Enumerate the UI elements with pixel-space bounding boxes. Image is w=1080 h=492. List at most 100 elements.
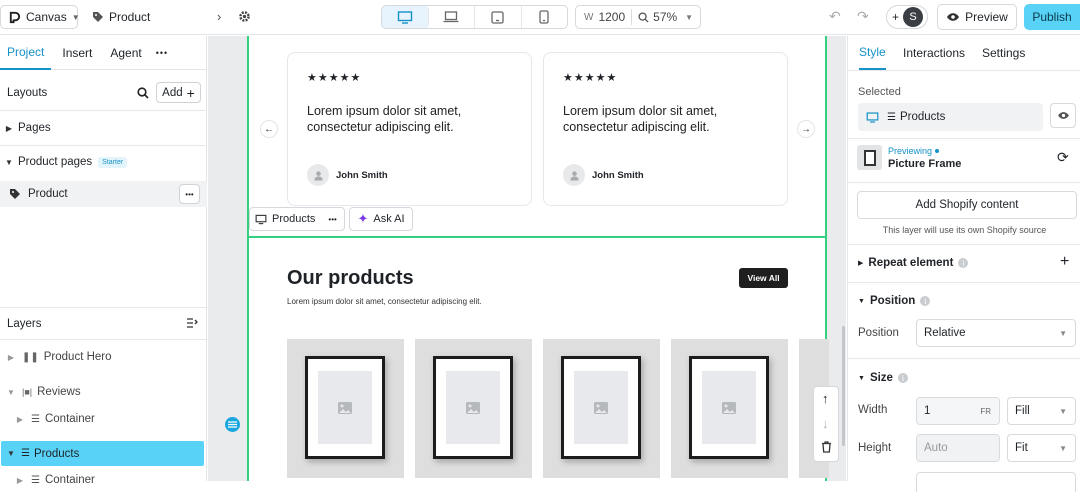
page-selector[interactable]: Product bbox=[92, 10, 150, 24]
divider bbox=[0, 145, 207, 146]
chevron-down-icon[interactable]: ▼ bbox=[685, 13, 693, 22]
tab-style[interactable]: Style bbox=[859, 36, 886, 70]
divider bbox=[848, 244, 1080, 245]
divider bbox=[0, 339, 207, 340]
tab-settings[interactable]: Settings bbox=[982, 36, 1025, 70]
stack-icon: ☰ bbox=[887, 111, 896, 123]
caret-right-icon: ▶ bbox=[858, 260, 864, 267]
add-shopify-content-button[interactable]: Add Shopify content bbox=[857, 191, 1077, 219]
more-tabs-icon[interactable]: ••• bbox=[149, 36, 175, 70]
app-menu-button[interactable]: Canvas ▼ bbox=[0, 5, 80, 29]
move-up-icon[interactable]: ↑ bbox=[822, 391, 829, 406]
tab-interactions[interactable]: Interactions bbox=[903, 36, 965, 70]
tablet-icon bbox=[491, 10, 504, 24]
carousel-next-button[interactable]: → bbox=[797, 120, 815, 138]
redo-icon[interactable]: ↷ bbox=[857, 8, 869, 25]
product-card[interactable] bbox=[287, 339, 404, 478]
layer-container[interactable]: ▶ ☰ Container bbox=[0, 473, 207, 487]
position-section[interactable]: ▼ Position i bbox=[858, 295, 931, 307]
selected-label: Selected bbox=[858, 86, 901, 98]
view-all-button[interactable]: View All bbox=[739, 268, 788, 288]
canvas-width-value[interactable]: 1200 bbox=[598, 10, 625, 24]
info-icon[interactable]: i bbox=[958, 258, 969, 268]
layer-reviews[interactable]: ▼ |■| Reviews bbox=[0, 384, 207, 400]
layer-label: Container bbox=[44, 413, 95, 425]
caret-down-icon: ▼ bbox=[858, 297, 865, 305]
previewing-value: Picture Frame bbox=[888, 158, 962, 170]
canvas[interactable]: ← ★★★★★ Lorem ipsum dolor sit amet, cons… bbox=[208, 36, 846, 481]
picture-frame bbox=[433, 356, 513, 459]
columns-icon: ❚❚ bbox=[22, 351, 39, 363]
publish-button[interactable]: Publish bbox=[1024, 4, 1080, 30]
divider bbox=[631, 9, 633, 25]
mobile-device-button[interactable] bbox=[522, 6, 568, 28]
add-layout-button[interactable]: Add + bbox=[156, 82, 201, 103]
add-repeat-icon[interactable]: + bbox=[1060, 253, 1069, 271]
layer-products[interactable]: ▼ ☰ Products bbox=[1, 441, 204, 466]
position-select[interactable]: Relative ▼ bbox=[916, 319, 1076, 347]
selected-element-field[interactable]: ☰ Products bbox=[858, 103, 1043, 131]
width-mode-select[interactable]: Fill ▼ bbox=[1007, 397, 1076, 425]
add-label: Add bbox=[162, 86, 183, 99]
left-tabs: Project Insert Agent ••• bbox=[0, 36, 206, 70]
collapse-layers-icon[interactable] bbox=[186, 318, 198, 328]
desktop-device-button[interactable] bbox=[382, 6, 429, 28]
tag-icon bbox=[9, 188, 21, 200]
carousel-prev-button[interactable]: ← bbox=[260, 120, 278, 138]
refresh-icon[interactable]: ⟳ bbox=[1057, 149, 1069, 166]
move-down-icon[interactable]: ↓ bbox=[822, 416, 829, 431]
product-card[interactable] bbox=[543, 339, 660, 478]
product-page-item[interactable]: Product ••• bbox=[0, 181, 207, 207]
undo-icon[interactable]: ↶ bbox=[829, 8, 841, 25]
position-label: Position bbox=[858, 327, 899, 339]
caret-down-icon: ▼ bbox=[5, 157, 13, 167]
size-title: Size bbox=[869, 372, 893, 384]
height-mode-select[interactable]: Fit ▼ bbox=[1007, 434, 1076, 462]
product-card[interactable] bbox=[671, 339, 788, 478]
product-pages-group[interactable]: ▼ Product pages Starter bbox=[0, 154, 207, 170]
repeat-element-section[interactable]: ▶ Repeat element i bbox=[858, 257, 969, 269]
tablet-device-button[interactable] bbox=[475, 6, 522, 28]
gear-icon[interactable] bbox=[238, 10, 251, 23]
min-max-input[interactable] bbox=[916, 472, 1076, 492]
trash-icon[interactable] bbox=[821, 441, 832, 456]
divider bbox=[848, 282, 1080, 283]
status-dot bbox=[935, 149, 940, 153]
width-input[interactable]: 1 FR bbox=[916, 397, 1000, 425]
tab-insert[interactable]: Insert bbox=[55, 36, 99, 70]
more-options-icon[interactable]: ••• bbox=[328, 215, 336, 224]
layer-product-hero[interactable]: ▶ ❚❚ Product Hero bbox=[0, 349, 207, 365]
picture-frame bbox=[305, 356, 385, 459]
height-input[interactable]: Auto bbox=[916, 434, 1000, 462]
collaborators[interactable]: + S bbox=[886, 5, 928, 29]
image-placeholder-icon bbox=[702, 371, 756, 444]
info-icon[interactable]: i bbox=[897, 373, 908, 383]
review-author: John Smith bbox=[592, 170, 644, 181]
height-placeholder: Auto bbox=[924, 442, 948, 454]
scrollbar[interactable] bbox=[842, 326, 845, 446]
layers-toggle-icon[interactable] bbox=[225, 417, 240, 432]
preview-button[interactable]: Preview bbox=[937, 4, 1017, 30]
selection-outline bbox=[249, 236, 825, 238]
search-icon[interactable] bbox=[137, 87, 149, 99]
more-options-button[interactable]: ••• bbox=[179, 184, 200, 204]
visibility-toggle[interactable] bbox=[1050, 103, 1076, 128]
info-icon[interactable]: i bbox=[920, 296, 931, 306]
selected-element-label: Products bbox=[272, 213, 316, 225]
picture-frame bbox=[689, 356, 769, 459]
selection-chip[interactable]: Products ••• bbox=[249, 207, 345, 231]
chevron-right-icon[interactable]: › bbox=[217, 9, 221, 24]
ask-ai-button[interactable]: ✦ Ask AI bbox=[349, 207, 413, 231]
size-section[interactable]: ▼ Size i bbox=[858, 372, 908, 384]
user-icon bbox=[313, 170, 323, 181]
layer-container[interactable]: ▶ ☰ Container bbox=[0, 411, 207, 427]
product-card[interactable] bbox=[415, 339, 532, 478]
layer-tools: ↑ ↓ bbox=[813, 386, 839, 462]
laptop-device-button[interactable] bbox=[429, 6, 475, 28]
tab-project[interactable]: Project bbox=[0, 36, 52, 70]
height-label: Height bbox=[858, 442, 892, 454]
tab-agent[interactable]: Agent bbox=[103, 36, 148, 70]
pages-group[interactable]: ▶ Pages bbox=[0, 120, 207, 136]
zoom-value[interactable]: 57% bbox=[653, 10, 677, 24]
divider bbox=[848, 358, 1080, 359]
